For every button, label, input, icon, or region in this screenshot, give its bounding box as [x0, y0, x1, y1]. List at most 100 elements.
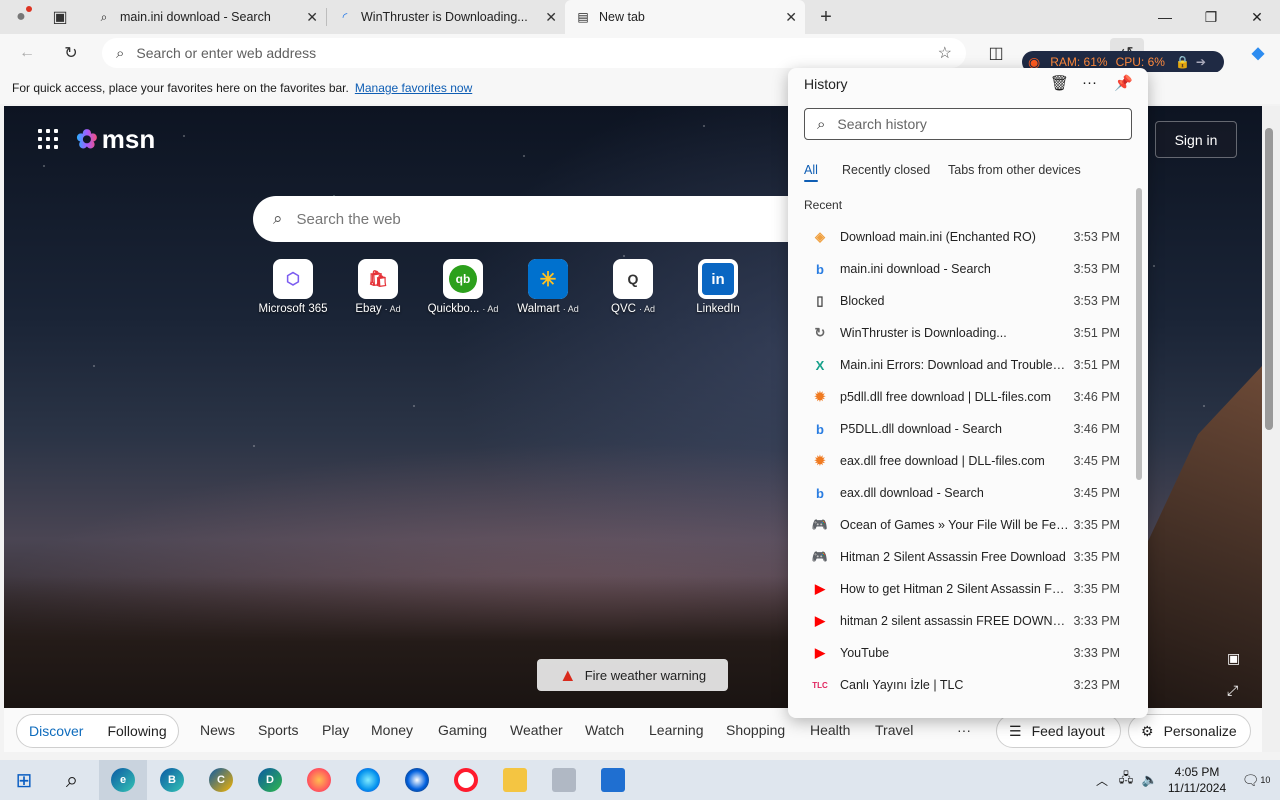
nav-sports[interactable]: Sports: [258, 722, 298, 738]
history-item[interactable]: X Main.ini Errors: Download and Troublesh…: [804, 349, 1124, 381]
clock[interactable]: 4:05 PM 11/11/2024: [1166, 764, 1228, 796]
tray-chevron-icon[interactable]: ︿: [1090, 760, 1114, 800]
opera-taskbar-icon[interactable]: [442, 760, 490, 800]
tab-following[interactable]: Following: [107, 723, 166, 739]
web-search-bar[interactable]: ⌕ Search the web: [253, 196, 813, 242]
tile-qvc[interactable]: Q QVC · Ad: [590, 259, 676, 315]
diamond-icon: ◈: [815, 229, 825, 244]
copilot-icon[interactable]: ◆: [1246, 42, 1270, 64]
split-screen-icon[interactable]: ◫: [984, 42, 1008, 64]
nav-news[interactable]: News: [200, 722, 235, 738]
close-icon[interactable]: ✕: [306, 9, 318, 26]
tab-discover[interactable]: Discover: [29, 723, 83, 739]
sign-in-button[interactable]: Sign in: [1155, 121, 1237, 158]
nav-health[interactable]: Health: [810, 722, 850, 738]
nav-learning[interactable]: Learning: [649, 722, 704, 738]
ad-badge: · Ad: [562, 304, 579, 314]
history-item[interactable]: 🎮 Hitman 2 Silent Assassin Free Download 3…: [804, 541, 1124, 573]
tile-microsoft365[interactable]: ⬡ Microsoft 365: [250, 259, 336, 315]
expand-icon[interactable]: ⤢: [1227, 682, 1238, 699]
history-item[interactable]: ▯ Blocked 3:53 PM: [804, 285, 1124, 317]
msn-logo[interactable]: ✿ msn: [76, 124, 155, 155]
network-icon[interactable]: 🖧: [1114, 760, 1138, 800]
history-tab-other-devices[interactable]: Tabs from other devices: [948, 163, 1081, 177]
edge-beta-taskbar-icon[interactable]: B: [148, 760, 196, 800]
nav-play[interactable]: Play: [322, 722, 349, 738]
feed-layout-button[interactable]: ☰ Feed layout: [996, 714, 1121, 748]
tab-search[interactable]: ⌕ main.ini download - Search ✕: [86, 0, 326, 34]
fire-weather-alert[interactable]: ▲ Fire weather warning: [537, 659, 728, 691]
history-tab-recently-closed[interactable]: Recently closed: [842, 163, 930, 177]
history-item[interactable]: b main.ini download - Search 3:53 PM: [804, 253, 1124, 285]
tile-linkedin[interactable]: in LinkedIn: [675, 259, 761, 315]
personalize-button[interactable]: ⚙ Personalize: [1128, 714, 1251, 748]
history-item[interactable]: 🎮 Ocean of Games » Your File Will be Fetc…: [804, 509, 1124, 541]
history-item[interactable]: ↻ WinThruster is Downloading... 3:51 PM: [804, 317, 1124, 349]
tab-actions-icon[interactable]: ▣: [48, 7, 72, 27]
history-item-time: 3:51 PM: [1073, 358, 1120, 372]
history-item[interactable]: TLC Canlı Yayını İzle | TLC 3:23 PM: [804, 669, 1124, 701]
start-button[interactable]: ⊞: [0, 760, 48, 800]
close-window-button[interactable]: ✕: [1234, 0, 1280, 34]
tile-label: QVC: [611, 303, 636, 315]
history-item[interactable]: ▶ hitman 2 silent assassin FREE DOWNLOAD 3…: [804, 605, 1124, 637]
firefox-nightly-taskbar-icon[interactable]: [393, 760, 441, 800]
discover-following-toggle[interactable]: Discover Following: [16, 714, 179, 748]
volume-icon[interactable]: 🔈: [1138, 760, 1162, 800]
pin-icon[interactable]: 📌: [1114, 74, 1133, 92]
history-item[interactable]: ✹ p5dll.dll free download | DLL-files.com…: [804, 381, 1124, 413]
delete-icon[interactable]: 🗑: [1050, 74, 1069, 92]
clock-time: 4:05 PM: [1174, 765, 1220, 779]
nav-shopping[interactable]: Shopping: [726, 722, 785, 738]
page-scrollbar-thumb[interactable]: [1265, 128, 1273, 430]
history-tab-all[interactable]: All: [804, 163, 818, 177]
history-item[interactable]: ▶ How to get Hitman 2 Silent Assassin For…: [804, 573, 1124, 605]
more-options-icon[interactable]: ···: [1082, 74, 1097, 91]
notifications-icon[interactable]: 🗨 10: [1232, 760, 1280, 800]
search-taskbar-icon[interactable]: ⌕: [48, 760, 96, 800]
back-button[interactable]: ←: [14, 42, 40, 64]
x-icon: X: [815, 357, 825, 373]
edge-taskbar-icon[interactable]: e: [99, 760, 147, 800]
ad-badge: · Ad: [638, 304, 655, 314]
remote-desktop-taskbar-icon[interactable]: [589, 760, 637, 800]
tile-walmart[interactable]: ✳ Walmart · Ad: [505, 259, 591, 315]
firefox-dev-taskbar-icon[interactable]: [344, 760, 392, 800]
history-item[interactable]: ▶ YouTube 3:33 PM: [804, 637, 1124, 669]
new-tab-button[interactable]: +: [814, 5, 838, 29]
history-search-input[interactable]: ⌕ Search history: [804, 108, 1132, 140]
history-item[interactable]: ✹ eax.dll free download | DLL-files.com 3:…: [804, 445, 1124, 477]
history-item[interactable]: b P5DLL.dll download - Search 3:46 PM: [804, 413, 1124, 445]
minimize-button[interactable]: —: [1142, 0, 1188, 34]
history-item[interactable]: b eax.dll download - Search 3:45 PM: [804, 477, 1124, 509]
image-info-icon[interactable]: ▣: [1227, 650, 1240, 667]
history-item[interactable]: ◈ Download main.ini (Enchanted RO) 3:53 PM: [804, 221, 1124, 253]
tile-quickbooks[interactable]: qb Quickbo... · Ad: [420, 259, 506, 315]
app-window-taskbar-icon[interactable]: [540, 760, 588, 800]
search-icon: ⌕: [273, 209, 283, 228]
nav-travel[interactable]: Travel: [875, 722, 913, 738]
close-icon[interactable]: ✕: [545, 9, 557, 26]
nav-gaming[interactable]: Gaming: [438, 722, 487, 738]
tab-new-tab[interactable]: ▤ New tab ✕: [565, 0, 805, 34]
nav-money[interactable]: Money: [371, 722, 413, 738]
nav-weather[interactable]: Weather: [510, 722, 563, 738]
history-section-recent: Recent: [804, 198, 843, 212]
apps-grid-icon[interactable]: [38, 129, 58, 149]
tab-winthruster[interactable]: ◜ WinThruster is Downloading... ✕: [327, 0, 565, 34]
more-icon[interactable]: ···: [957, 722, 971, 738]
manage-favorites-link[interactable]: Manage favorites now: [355, 81, 472, 95]
tile-ebay[interactable]: 🛍 Ebay · Ad: [335, 259, 421, 315]
firefox-taskbar-icon[interactable]: [295, 760, 343, 800]
edge-dev-taskbar-icon[interactable]: D: [246, 760, 294, 800]
nav-watch[interactable]: Watch: [585, 722, 624, 738]
address-bar[interactable]: ⌕ Search or enter web address ☆: [102, 38, 966, 68]
file-explorer-taskbar-icon[interactable]: [491, 760, 539, 800]
refresh-button[interactable]: ↻: [58, 42, 84, 64]
favorite-star-icon[interactable]: ☆: [938, 43, 952, 63]
history-scrollbar-thumb[interactable]: [1136, 188, 1142, 480]
profile-icon[interactable]: ●: [8, 6, 34, 28]
close-icon[interactable]: ✕: [785, 9, 797, 26]
edge-canary-taskbar-icon[interactable]: C: [197, 760, 245, 800]
restore-button[interactable]: ❐: [1188, 0, 1234, 34]
